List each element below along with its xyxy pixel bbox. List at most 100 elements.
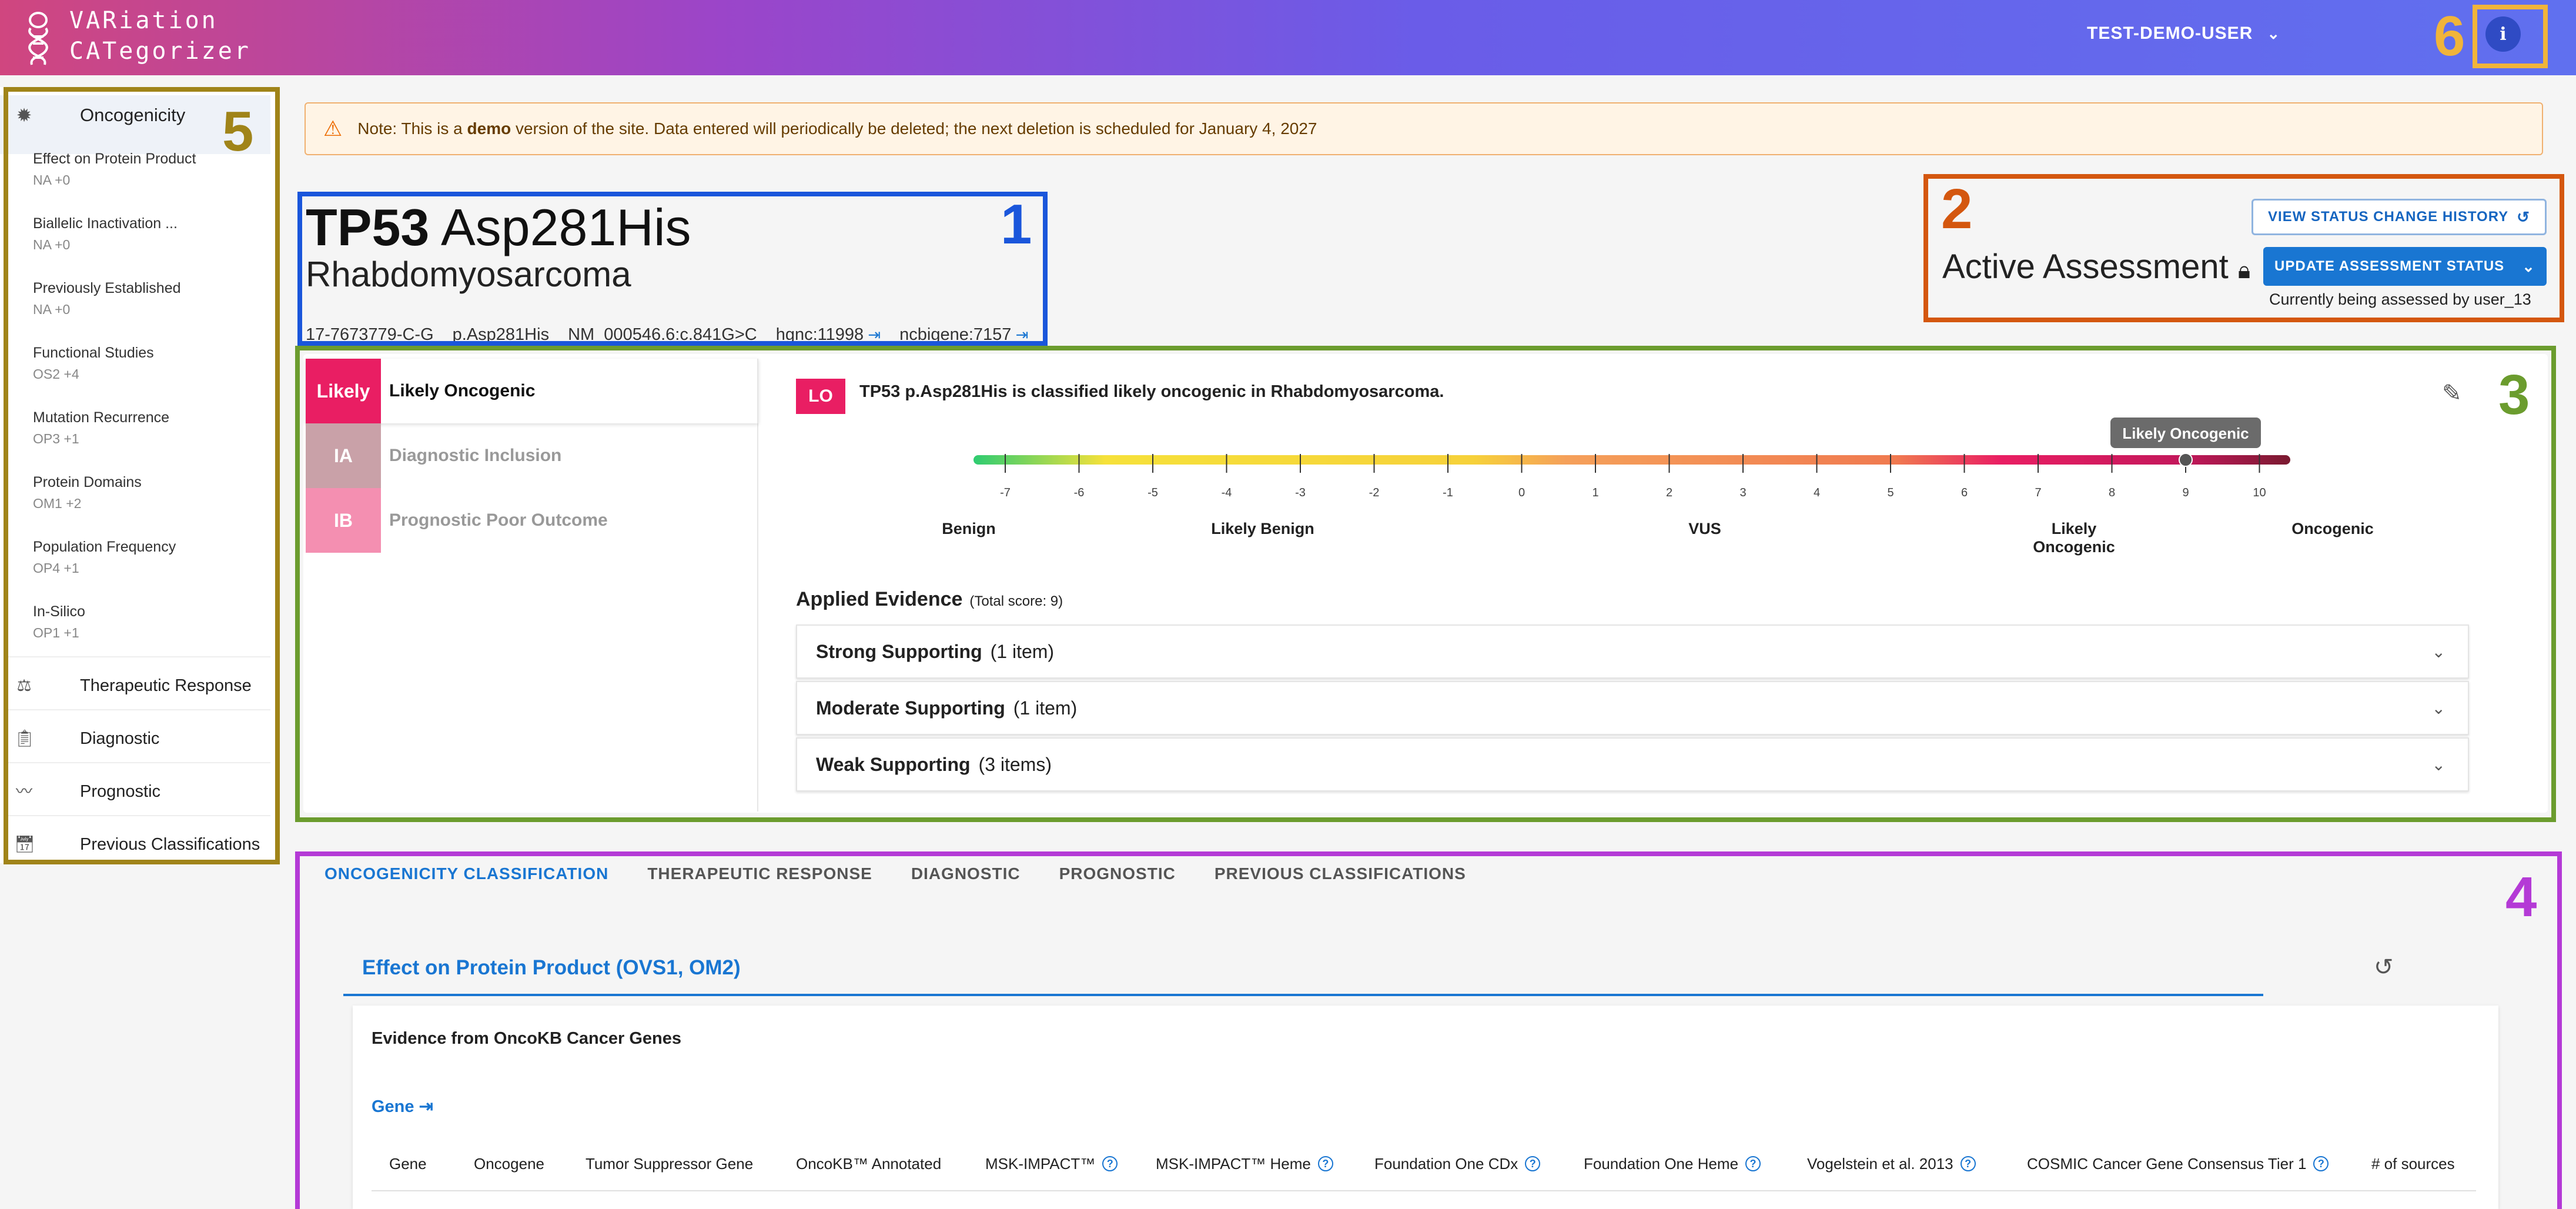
variant-identifiers: 17-7673779-C-G p.Asp281His NM_000546.6:c… (306, 325, 1028, 345)
annotation-number-2: 2 (1941, 178, 1973, 241)
evidence-count: (3 items) (978, 753, 1052, 775)
sidebar-subitem[interactable]: Population Frequency OP4 +1 (33, 539, 176, 576)
help-icon[interactable]: ? (2313, 1156, 2329, 1171)
sidebar-subitem-title: Population Frequency (33, 539, 176, 555)
scale-tick-label: 10 (2253, 486, 2266, 499)
update-assessment-status-button[interactable]: UPDATE ASSESSMENT STATUS ⌄ (2263, 247, 2547, 286)
calendar-history-icon: 📅︎ (14, 835, 35, 853)
tier-item[interactable]: IB Prognostic Poor Outcome (306, 488, 758, 553)
column-header-label: MSK-IMPACT™ Heme (1156, 1154, 1311, 1173)
banner-suffix: version of the site. Data entered will p… (511, 119, 1317, 138)
column-header: MSK-IMPACT™? (985, 1150, 1118, 1177)
user-name: TEST-DEMO-USER (2087, 24, 2253, 43)
chevron-down-icon: ⌄ (2267, 24, 2281, 42)
tab-prognostic[interactable]: PROGNOSTIC (1059, 862, 1176, 886)
hgnc-link[interactable]: hgnc:11998 ⇥ (776, 325, 881, 345)
edit-icon[interactable]: ✎ (2442, 380, 2462, 407)
logo-line-2: CATegorizer (69, 38, 251, 65)
sidebar-subitem[interactable]: Previously Established NA +0 (33, 280, 181, 318)
ncbigene-text: ncbigene:7157 (899, 325, 1012, 344)
sidebar-item-label: Diagnostic (80, 729, 160, 748)
tab-oncogenicity-classification[interactable]: ONCOGENICITY CLASSIFICATION (324, 862, 608, 886)
column-header: Oncogene (474, 1150, 544, 1177)
tab-therapeutic-response[interactable]: THERAPEUTIC RESPONSE (647, 862, 872, 886)
sidebar-subitem[interactable]: Effect on Protein Product NA +0 (33, 151, 196, 188)
sidebar-subitem-value: OP4 +1 (33, 560, 79, 576)
ncbigene-link[interactable]: ncbigene:7157 ⇥ (899, 325, 1028, 345)
help-icon[interactable]: ? (1525, 1156, 1541, 1171)
info-button[interactable]: i (2485, 16, 2521, 52)
annotation-number-6: 6 (2434, 5, 2465, 68)
virus-icon: ✹ (16, 105, 32, 126)
scale-tick-label: 7 (2035, 486, 2041, 499)
evidence-level: Weak Supporting (816, 753, 971, 775)
tier-item[interactable]: Likely Likely Oncogenic (306, 359, 758, 423)
sidebar-item-previous-classifications[interactable]: 📅︎ Previous Classifications (0, 833, 270, 856)
applied-evidence-title: Applied Evidence (Total score: 9) (796, 588, 1063, 611)
hgnc-text: hgnc:11998 (775, 325, 864, 344)
column-header: Gene (389, 1150, 427, 1177)
gene-link[interactable]: Gene ⇥ (372, 1096, 433, 1117)
scale-tick-label: 5 (1887, 486, 1893, 499)
sidebar-item-prognostic[interactable]: 〰 Prognostic (0, 780, 270, 803)
sidebar-item-label: Previous Classifications (80, 834, 260, 854)
evidence-accordion[interactable]: Weak Supporting (3 items) ⌄ (796, 737, 2469, 791)
sidebar-item-therapeutic-response[interactable]: ⚖ Therapeutic Response (0, 674, 270, 697)
logo-line-1: VARiation (69, 7, 218, 34)
total-score: (Total score: 9) (969, 593, 1063, 609)
tab-previous-classifications[interactable]: PREVIOUS CLASSIFICATIONS (1215, 862, 1466, 886)
user-menu[interactable]: TEST-DEMO-USER ⌄ (2087, 24, 2280, 44)
view-status-history-button[interactable]: VIEW STATUS CHANGE HISTORY ↺ (2252, 199, 2547, 235)
evidence-accordion[interactable]: Moderate Supporting (1 item) ⌄ (796, 681, 2469, 735)
sidebar-subitem-value: NA +0 (33, 172, 71, 188)
section-title: Effect on Protein Product (OVS1, OM2) (362, 956, 741, 979)
app-logo[interactable]: VARiation CATegorizer (18, 4, 251, 68)
tier-tag: IA (306, 423, 381, 488)
sidebar-subitem-title: Protein Domains (33, 474, 142, 490)
protein-notation: p.Asp281His (452, 325, 550, 344)
sidebar-subitem[interactable]: Functional Studies OS2 +4 (33, 345, 154, 382)
column-header-label: COSMIC Cancer Gene Consensus Tier 1 (2027, 1154, 2307, 1173)
column-header-label: Vogelstein et al. 2013 (1807, 1154, 1953, 1173)
history-icon: ↺ (2517, 208, 2530, 226)
scale-tick-label: -2 (1369, 486, 1380, 499)
tier-item[interactable]: IA Diagnostic Inclusion (306, 423, 758, 488)
evidence-accordion[interactable]: Strong Supporting (1 item) ⌄ (796, 624, 2469, 679)
sidebar-subitem[interactable]: In-Silico OP1 +1 (33, 603, 85, 641)
help-icon[interactable]: ? (1317, 1156, 1333, 1171)
tier-label: Prognostic Poor Outcome (389, 510, 608, 530)
warning-icon: ⚠ (323, 116, 343, 141)
scale-icon: ⚖ (16, 676, 32, 694)
score-marker (2179, 453, 2193, 467)
external-link-icon: ⇥ (864, 326, 881, 343)
sidebar-divider (6, 709, 270, 710)
scale-category: Benign (942, 520, 996, 537)
classification-badge: LO (796, 379, 845, 414)
column-header: COSMIC Cancer Gene Consensus Tier 1? (2027, 1150, 2329, 1177)
sidebar-divider (6, 815, 270, 816)
sidebar-subitem-title: In-Silico (33, 603, 85, 620)
tier-tag: IB (306, 488, 381, 553)
sidebar-item-diagnostic[interactable]: 📋︎ Diagnostic (0, 727, 270, 750)
sidebar-subitem-value: NA +0 (33, 302, 71, 317)
card-title: Evidence from OncoKB Cancer Genes (372, 1029, 681, 1048)
column-header: Tumor Suppressor Gene (586, 1150, 753, 1177)
evidence-level: Strong Supporting (816, 640, 982, 662)
sidebar-subitem[interactable]: Biallelic Inactivation ... NA +0 (33, 215, 178, 253)
scale-tick-label: 8 (2109, 486, 2115, 499)
chevron-down-icon: ⌄ (2431, 642, 2445, 661)
sidebar-subitem-title: Biallelic Inactivation ... (33, 215, 178, 232)
column-header-label: Tumor Suppressor Gene (586, 1154, 754, 1173)
score-scale: -7 -6 -5 -4 -3 -2 -1 0 1 2 3 4 5 6 7 8 9 10 Likely Oncogen… (973, 418, 2290, 499)
annotation-number-4: 4 (2505, 866, 2537, 929)
tab-diagnostic[interactable]: DIAGNOSTIC (911, 862, 1021, 886)
evidence-level: Moderate Supporting (816, 697, 1005, 719)
assessed-by-text: Currently being assessed by user_13 (2269, 290, 2531, 308)
sidebar-subitem[interactable]: Protein Domains OM1 +2 (33, 474, 142, 512)
sidebar-item-label: Prognostic (80, 781, 161, 801)
help-icon[interactable]: ? (1960, 1156, 1976, 1171)
help-icon[interactable]: ? (1745, 1156, 1761, 1171)
history-icon[interactable]: ↺ (2374, 954, 2394, 981)
help-icon[interactable]: ? (1102, 1156, 1118, 1171)
sidebar-subitem[interactable]: Mutation Recurrence OP3 +1 (33, 409, 169, 447)
